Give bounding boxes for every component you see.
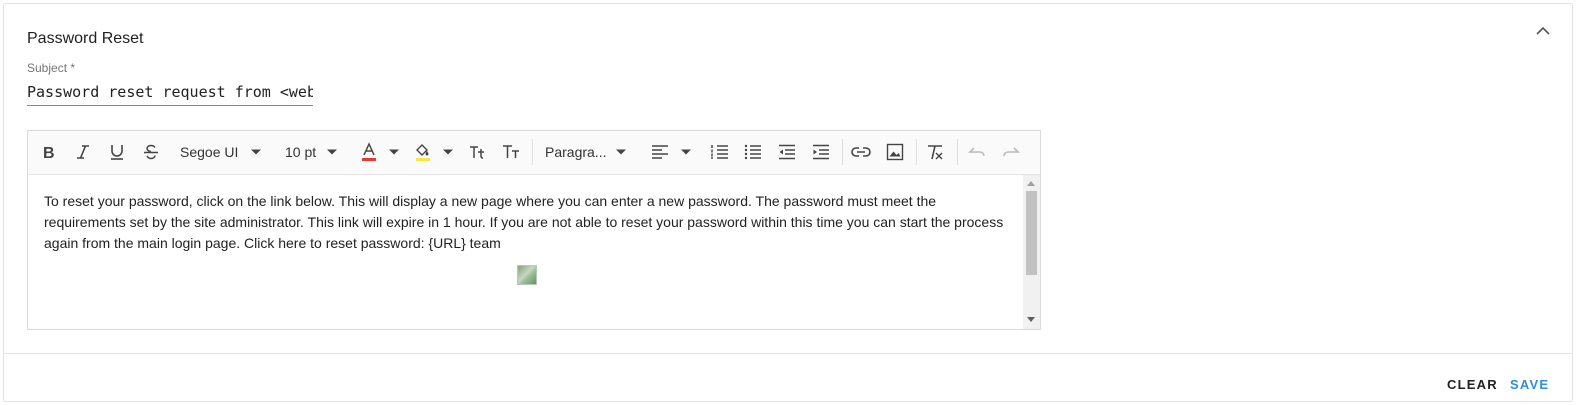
toolbar-divider: [532, 139, 533, 165]
outdent-icon: [778, 144, 796, 160]
bullet-list-button[interactable]: [744, 139, 766, 165]
indent-icon: [812, 144, 830, 160]
embedded-image[interactable]: [517, 265, 537, 285]
subscript-icon: [468, 143, 488, 161]
subject-input[interactable]: [27, 79, 313, 106]
image-icon: [886, 143, 904, 161]
chevron-down-icon: [326, 148, 338, 156]
editor-toolbar: B Segoe UI 10 pt Paragra...: [28, 131, 1040, 175]
save-button[interactable]: SAVE: [1510, 377, 1549, 392]
numbered-list-button[interactable]: [711, 139, 733, 165]
bold-icon: B: [40, 143, 58, 161]
underline-button[interactable]: [108, 139, 130, 165]
italic-icon: [74, 143, 92, 161]
block-format-select[interactable]: Paragra...: [545, 139, 629, 165]
highlight-color-button[interactable]: [414, 139, 456, 165]
chevron-down-icon: [615, 148, 627, 156]
email-body-text: To reset your password, click on the lin…: [44, 193, 1004, 251]
font-size-value: 10 pt: [285, 144, 317, 160]
toolbar-divider: [916, 139, 917, 165]
clear-formatting-button[interactable]: [926, 139, 948, 165]
alignment-button[interactable]: [651, 139, 693, 165]
subject-label: Subject *: [27, 61, 76, 75]
collapse-chevron-icon[interactable]: [1533, 20, 1553, 40]
outdent-button[interactable]: [778, 139, 800, 165]
numbered-list-icon: [711, 144, 729, 160]
font-family-value: Segoe UI: [180, 144, 239, 160]
italic-button[interactable]: [74, 139, 96, 165]
font-case-button[interactable]: [501, 139, 523, 165]
link-icon: [851, 145, 871, 159]
scroll-up-arrow-icon[interactable]: [1027, 181, 1035, 186]
rich-text-editor: B Segoe UI 10 pt Paragra... To reset you…: [27, 130, 1041, 330]
subscript-button[interactable]: [468, 139, 490, 165]
scroll-down-arrow-icon[interactable]: [1027, 317, 1035, 322]
font-family-select[interactable]: Segoe UI: [180, 139, 264, 165]
bullet-list-icon: [744, 144, 762, 160]
footer-divider: [3, 353, 1573, 354]
section-title: Password Reset: [27, 30, 144, 47]
font-case-icon: [501, 143, 521, 161]
strikethrough-icon: [142, 143, 160, 161]
redo-icon: [1002, 145, 1020, 159]
insert-image-button[interactable]: [886, 139, 908, 165]
chevron-down-icon: [250, 148, 262, 156]
font-size-select[interactable]: 10 pt: [285, 139, 341, 165]
font-color-icon: [360, 142, 378, 162]
toolbar-divider: [842, 139, 843, 165]
bold-button[interactable]: B: [40, 139, 62, 165]
block-format-value: Paragra...: [545, 144, 607, 160]
toolbar-divider: [957, 139, 958, 165]
scrollbar-thumb[interactable]: [1026, 191, 1037, 275]
highlight-icon: [414, 142, 432, 162]
insert-link-button[interactable]: [851, 139, 875, 165]
chevron-down-icon: [680, 148, 692, 156]
chevron-down-icon: [388, 148, 400, 156]
chevron-down-icon: [442, 148, 454, 156]
redo-button[interactable]: [1002, 139, 1024, 165]
indent-button[interactable]: [812, 139, 834, 165]
clear-format-icon: [926, 143, 944, 161]
undo-button[interactable]: [968, 139, 990, 165]
underline-icon: [108, 143, 126, 161]
undo-icon: [968, 145, 986, 159]
clear-button[interactable]: CLEAR: [1447, 377, 1498, 392]
align-left-icon: [651, 144, 669, 160]
svg-text:B: B: [43, 145, 55, 161]
editor-content[interactable]: To reset your password, click on the lin…: [28, 175, 1022, 329]
strikethrough-button[interactable]: [142, 139, 164, 165]
font-color-button[interactable]: [360, 139, 402, 165]
